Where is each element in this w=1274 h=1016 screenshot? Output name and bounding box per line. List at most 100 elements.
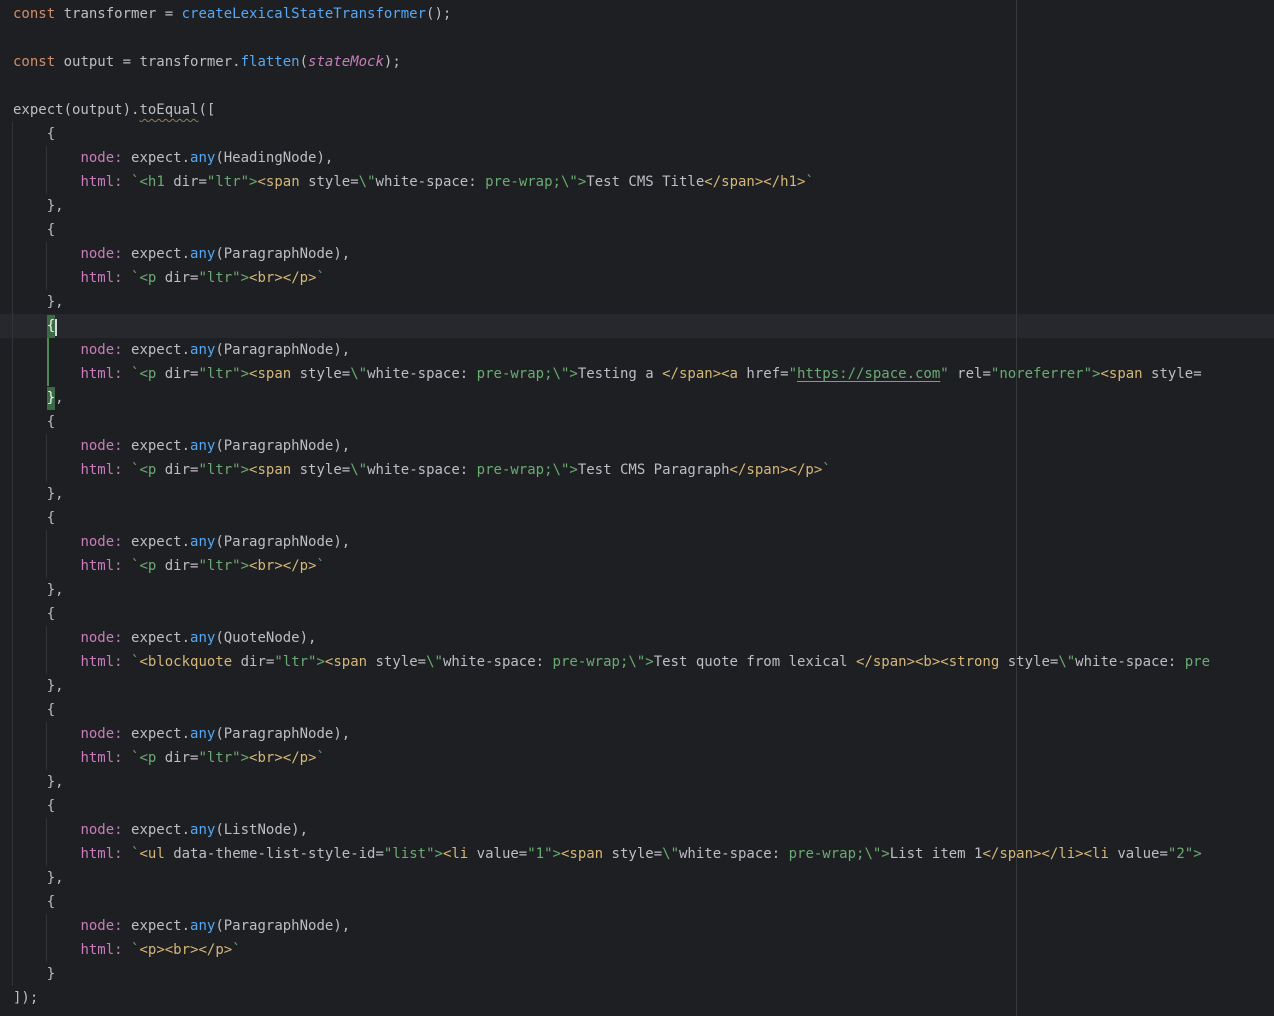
code-token bbox=[13, 630, 80, 646]
code-line[interactable]: }, bbox=[0, 386, 1274, 410]
code-token: html: bbox=[80, 366, 122, 382]
code-line[interactable]: { bbox=[0, 890, 1274, 914]
code-token bbox=[13, 534, 80, 550]
code-line[interactable]: node: expect.any(ParagraphNode), bbox=[0, 338, 1274, 362]
code-token: <li bbox=[443, 846, 468, 862]
code-line[interactable]: }, bbox=[0, 770, 1274, 794]
code-token: value= bbox=[1109, 846, 1168, 862]
code-token: html: bbox=[80, 270, 122, 286]
code-token bbox=[123, 750, 131, 766]
code-token: <br></p> bbox=[249, 558, 316, 574]
code-token: </span><b><strong bbox=[856, 654, 999, 670]
code-token: \" bbox=[350, 366, 367, 382]
code-line[interactable]: html: `<p dir="ltr"><br></p>` bbox=[0, 746, 1274, 770]
code-token: expect. bbox=[123, 438, 190, 454]
code-token bbox=[13, 150, 80, 166]
code-line[interactable]: html: `<p dir="ltr"><span style=\"white-… bbox=[0, 362, 1274, 386]
code-token: expect. bbox=[123, 822, 190, 838]
code-token: html: bbox=[80, 174, 122, 190]
code-token: (ListNode), bbox=[215, 822, 308, 838]
code-line[interactable]: }, bbox=[0, 578, 1274, 602]
code-token: data-theme-list-style-id= bbox=[165, 846, 384, 862]
code-token: { bbox=[13, 222, 55, 238]
code-line[interactable]: }, bbox=[0, 194, 1274, 218]
code-token bbox=[13, 438, 80, 454]
code-line[interactable]: { bbox=[0, 602, 1274, 626]
code-token: ` bbox=[805, 174, 813, 190]
code-line[interactable]: node: expect.any(ListNode), bbox=[0, 818, 1274, 842]
code-line[interactable]: ]); bbox=[0, 986, 1274, 1010]
code-line[interactable]: }, bbox=[0, 290, 1274, 314]
code-token: white-space: bbox=[1075, 654, 1176, 670]
code-token: <span bbox=[325, 654, 367, 670]
code-token: { bbox=[13, 894, 55, 910]
code-line[interactable]: html: `<blockquote dir="ltr"><span style… bbox=[0, 650, 1274, 674]
code-token: pre bbox=[1176, 654, 1210, 670]
code-line[interactable]: expect(output).toEqual([ bbox=[0, 98, 1274, 122]
code-token: any bbox=[190, 822, 215, 838]
code-token: <blockquote bbox=[139, 654, 232, 670]
code-token: \" bbox=[426, 654, 443, 670]
code-token: <p><br></p> bbox=[139, 942, 232, 958]
code-line[interactable]: const transformer = createLexicalStateTr… bbox=[0, 2, 1274, 26]
code-token: expect. bbox=[123, 534, 190, 550]
code-token: any bbox=[190, 150, 215, 166]
code-line[interactable]: { bbox=[0, 410, 1274, 434]
code-token bbox=[13, 366, 80, 382]
code-token: { bbox=[13, 414, 55, 430]
code-token: (ParagraphNode), bbox=[215, 342, 350, 358]
code-line[interactable]: { bbox=[0, 698, 1274, 722]
code-line[interactable] bbox=[0, 74, 1274, 98]
code-token bbox=[123, 654, 131, 670]
code-line[interactable]: { bbox=[0, 314, 1274, 338]
code-line[interactable]: node: expect.any(ParagraphNode), bbox=[0, 530, 1274, 554]
code-line[interactable]: html: `<h1 dir="ltr"><span style=\"white… bbox=[0, 170, 1274, 194]
code-line[interactable]: node: expect.any(HeadingNode), bbox=[0, 146, 1274, 170]
code-line[interactable]: html: `<ul data-theme-list-style-id="lis… bbox=[0, 842, 1274, 866]
code-token: dir= bbox=[173, 174, 207, 190]
code-line[interactable]: html: `<p dir="ltr"><br></p>` bbox=[0, 554, 1274, 578]
code-token bbox=[123, 174, 131, 190]
code-token: node: bbox=[80, 630, 122, 646]
code-line[interactable]: { bbox=[0, 506, 1274, 530]
code-line[interactable]: node: expect.any(ParagraphNode), bbox=[0, 914, 1274, 938]
code-token bbox=[13, 342, 80, 358]
code-token: (ParagraphNode), bbox=[215, 534, 350, 550]
code-line[interactable]: node: expect.any(QuoteNode), bbox=[0, 626, 1274, 650]
code-token: </span></h1> bbox=[704, 174, 805, 190]
code-token: html: bbox=[80, 654, 122, 670]
code-token: <span bbox=[257, 174, 299, 190]
code-token: `<p bbox=[131, 750, 165, 766]
code-lines[interactable]: const transformer = createLexicalStateTr… bbox=[0, 2, 1274, 1010]
code-line[interactable]: { bbox=[0, 122, 1274, 146]
code-token: html: bbox=[80, 942, 122, 958]
code-line[interactable] bbox=[0, 26, 1274, 50]
code-line[interactable]: node: expect.any(ParagraphNode), bbox=[0, 722, 1274, 746]
code-token: dir= bbox=[165, 270, 199, 286]
code-line[interactable]: } bbox=[0, 962, 1274, 986]
code-line[interactable]: }, bbox=[0, 866, 1274, 890]
code-token: (QuoteNode), bbox=[215, 630, 316, 646]
code-line[interactable]: }, bbox=[0, 674, 1274, 698]
code-line[interactable]: html: `<p><br></p>` bbox=[0, 938, 1274, 962]
code-line[interactable]: html: `<p dir="ltr"><span style=\"white-… bbox=[0, 458, 1274, 482]
code-token: html: bbox=[80, 846, 122, 862]
code-token: dir= bbox=[165, 366, 199, 382]
code-line[interactable]: { bbox=[0, 794, 1274, 818]
code-line[interactable]: const output = transformer.flatten(state… bbox=[0, 50, 1274, 74]
code-token bbox=[13, 918, 80, 934]
code-line[interactable]: { bbox=[0, 218, 1274, 242]
code-editor[interactable]: const transformer = createLexicalStateTr… bbox=[0, 0, 1274, 1016]
code-line[interactable]: node: expect.any(ParagraphNode), bbox=[0, 434, 1274, 458]
code-token: { bbox=[13, 798, 55, 814]
code-token bbox=[13, 654, 80, 670]
code-token: html: bbox=[80, 750, 122, 766]
code-token: rel= bbox=[949, 366, 991, 382]
code-line[interactable]: html: `<p dir="ltr"><br></p>` bbox=[0, 266, 1274, 290]
code-token: }, bbox=[13, 582, 64, 598]
code-token: }, bbox=[13, 678, 64, 694]
code-token: <span bbox=[1100, 366, 1142, 382]
code-line[interactable]: node: expect.any(ParagraphNode), bbox=[0, 242, 1274, 266]
code-line[interactable]: }, bbox=[0, 482, 1274, 506]
code-token: "2"> bbox=[1168, 846, 1202, 862]
